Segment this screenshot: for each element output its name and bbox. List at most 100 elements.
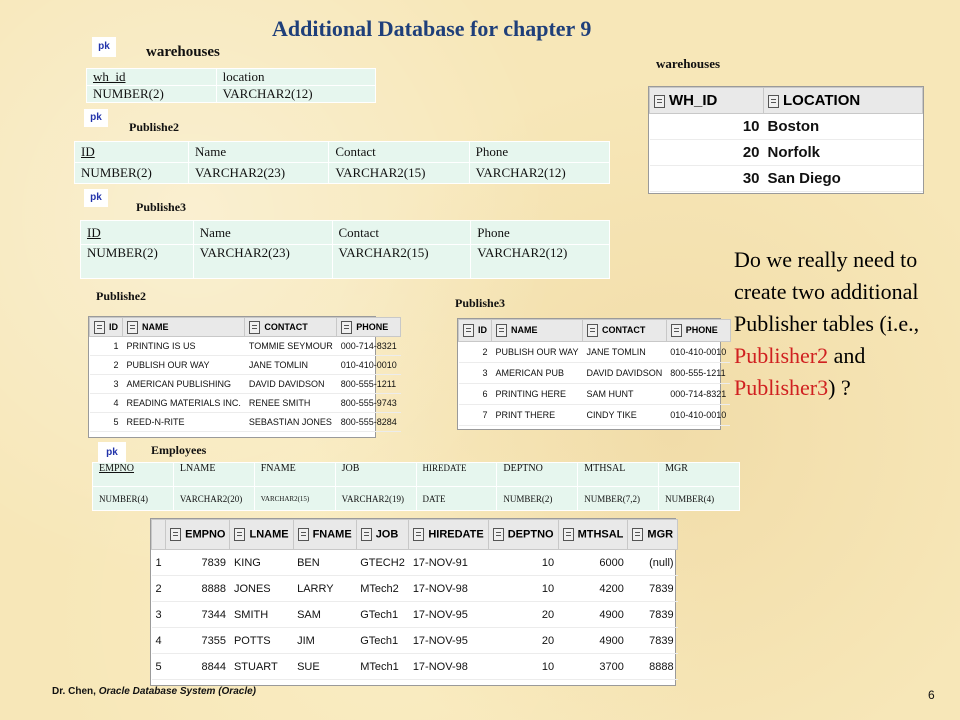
grid-cell: SUE <box>293 653 357 680</box>
grid-cell: 800-555-1211 <box>666 362 731 384</box>
grid-cell: 3 <box>458 362 492 384</box>
schema-type: VARCHAR2(19) <box>334 486 417 511</box>
warehouses-result-grid: WH_ID LOCATION 10 Boston 20 Norfolk 30 S… <box>648 86 924 194</box>
grid-cell: PRINTING HERE <box>491 383 583 405</box>
grid-cell: PRINT THERE <box>491 404 583 426</box>
employees-schema-table: EMPNO LNAME FNAME JOB HIREDATE DEPTNO MT… <box>92 462 740 511</box>
schema-header: Name <box>188 141 330 163</box>
grid-cell: 010-410-0010 <box>336 355 401 375</box>
warehouses-schema-table: wh_id location NUMBER(2) VARCHAR2(12) <box>86 68 377 103</box>
column-icon <box>127 320 138 334</box>
grid-cell: 10 <box>488 653 559 680</box>
grid-header: MGR <box>627 519 679 550</box>
pk-badge: pk <box>84 109 108 127</box>
grid-cell: 8888 <box>165 575 230 602</box>
grid-header: LNAME <box>229 519 294 550</box>
grid-cell: SAM <box>293 601 357 628</box>
column-icon <box>249 320 261 334</box>
grid-cell: 17-NOV-98 <box>408 575 489 602</box>
grid-header: PHONE <box>336 317 402 337</box>
schema-header: ID <box>80 220 194 245</box>
schema-header: DEPTNO <box>496 462 579 487</box>
grid-cell: 3700 <box>558 653 628 680</box>
grid-cell: KING <box>229 549 294 576</box>
schema-type: VARCHAR2(15) <box>331 244 472 279</box>
grid-header: LOCATION <box>763 87 923 114</box>
schema-header: Name <box>192 220 333 245</box>
column-icon <box>360 528 372 541</box>
grid-cell: 6000 <box>558 549 628 576</box>
grid-cell: 10 <box>488 575 559 602</box>
grid-cell: 17-NOV-98 <box>408 653 489 680</box>
grid-cell: 010-410-0010 <box>666 404 731 426</box>
schema-header: Phone <box>468 141 611 163</box>
schema-type: VARCHAR2(12) <box>468 162 611 184</box>
grid-header: CONTACT <box>244 317 338 337</box>
grid-header: HIREDATE <box>408 519 489 550</box>
grid-cell: JANE TOMLIN <box>582 341 667 363</box>
schema-type: VARCHAR2(15) <box>328 162 470 184</box>
row-number: 5 <box>151 653 166 680</box>
schema-header: HIREDATE <box>415 462 498 487</box>
schema-type: NUMBER(4) <box>658 486 740 511</box>
column-icon <box>768 94 779 108</box>
grid-cell: DAVID DAVIDSON <box>582 362 667 384</box>
schema-header: Phone <box>470 220 610 245</box>
schema-type: NUMBER(4) <box>92 486 174 511</box>
footer-credit: Dr. Chen, Oracle Database System (Oracle… <box>52 686 256 697</box>
row-number: 1 <box>151 549 166 576</box>
grid-cell: (null) <box>627 549 678 576</box>
grid-header: NAME <box>121 317 246 337</box>
publishe3-result-grid: ID NAME CONTACT PHONE 2 PUBLISH OUR WAY JA… <box>457 318 731 430</box>
grid-header: EMPNO <box>165 519 231 550</box>
grid-cell: DAVID DAVIDSON <box>244 374 337 394</box>
grid-cell: PUBLISH OUR WAY <box>122 355 245 375</box>
grid-cell: 30 <box>649 165 764 192</box>
grid-cell: REED-N-RITE <box>122 412 245 432</box>
schema-header: Contact <box>328 141 470 163</box>
grid-cell: 20 <box>488 627 559 654</box>
grid-cell: 17-NOV-95 <box>408 601 489 628</box>
grid-cell: GTech1 <box>356 627 409 654</box>
grid-cell: MTech1 <box>356 653 409 680</box>
schema-type: VARCHAR2(23) <box>188 162 330 184</box>
publishe3-data-label: Publishe3 <box>455 296 506 310</box>
grid-header: ID <box>89 317 123 337</box>
column-icon <box>492 528 504 541</box>
schema-type: NUMBER(2) <box>496 486 579 511</box>
grid-cell: San Diego <box>763 165 923 192</box>
grid-cell: 800-555-1211 <box>336 374 401 394</box>
employees-result-grid: EMPNO LNAME FNAME JOB HIREDATE DEPTNO MT… <box>150 518 679 686</box>
grid-header: JOB <box>355 519 410 550</box>
grid-cell: PUBLISH OUR WAY <box>491 341 583 363</box>
column-icon <box>654 94 665 108</box>
schema-type: VARCHAR2(15) <box>253 486 336 511</box>
grid-cell: GTech1 <box>356 601 409 628</box>
pk-badge: pk <box>92 37 116 57</box>
pk-badge: pk <box>84 189 108 207</box>
row-number: 3 <box>151 601 166 628</box>
grid-cell: 17-NOV-95 <box>408 627 489 654</box>
schema-header: wh_id <box>86 68 217 86</box>
grid-cell: 20 <box>649 139 764 166</box>
column-icon <box>297 528 309 541</box>
column-icon <box>496 324 507 337</box>
row-number: 4 <box>151 627 166 654</box>
slide-title: Additional Database for chapter 9 <box>272 16 592 41</box>
schema-type: VARCHAR2(12) <box>470 244 610 279</box>
grid-cell: AMERICAN PUB <box>491 362 583 384</box>
column-icon <box>587 324 599 337</box>
grid-cell: 7839 <box>627 601 678 628</box>
grid-cell: RENEE SMITH <box>244 393 337 413</box>
grid-cell: 5 <box>89 412 123 432</box>
schema-header: location <box>215 68 377 86</box>
schema-type: VARCHAR2(20) <box>172 486 255 511</box>
grid-cell: 800-555-9743 <box>336 393 401 413</box>
grid-cell: AMERICAN PUBLISHING <box>122 374 245 394</box>
grid-cell: 20 <box>488 601 559 628</box>
grid-cell: GTECH2 <box>356 549 409 576</box>
grid-header: ID <box>458 319 492 342</box>
warehouses-schema-label: warehouses <box>146 44 220 60</box>
warehouses-data-label: warehouses <box>656 56 721 71</box>
grid-header: FNAME <box>292 519 357 550</box>
